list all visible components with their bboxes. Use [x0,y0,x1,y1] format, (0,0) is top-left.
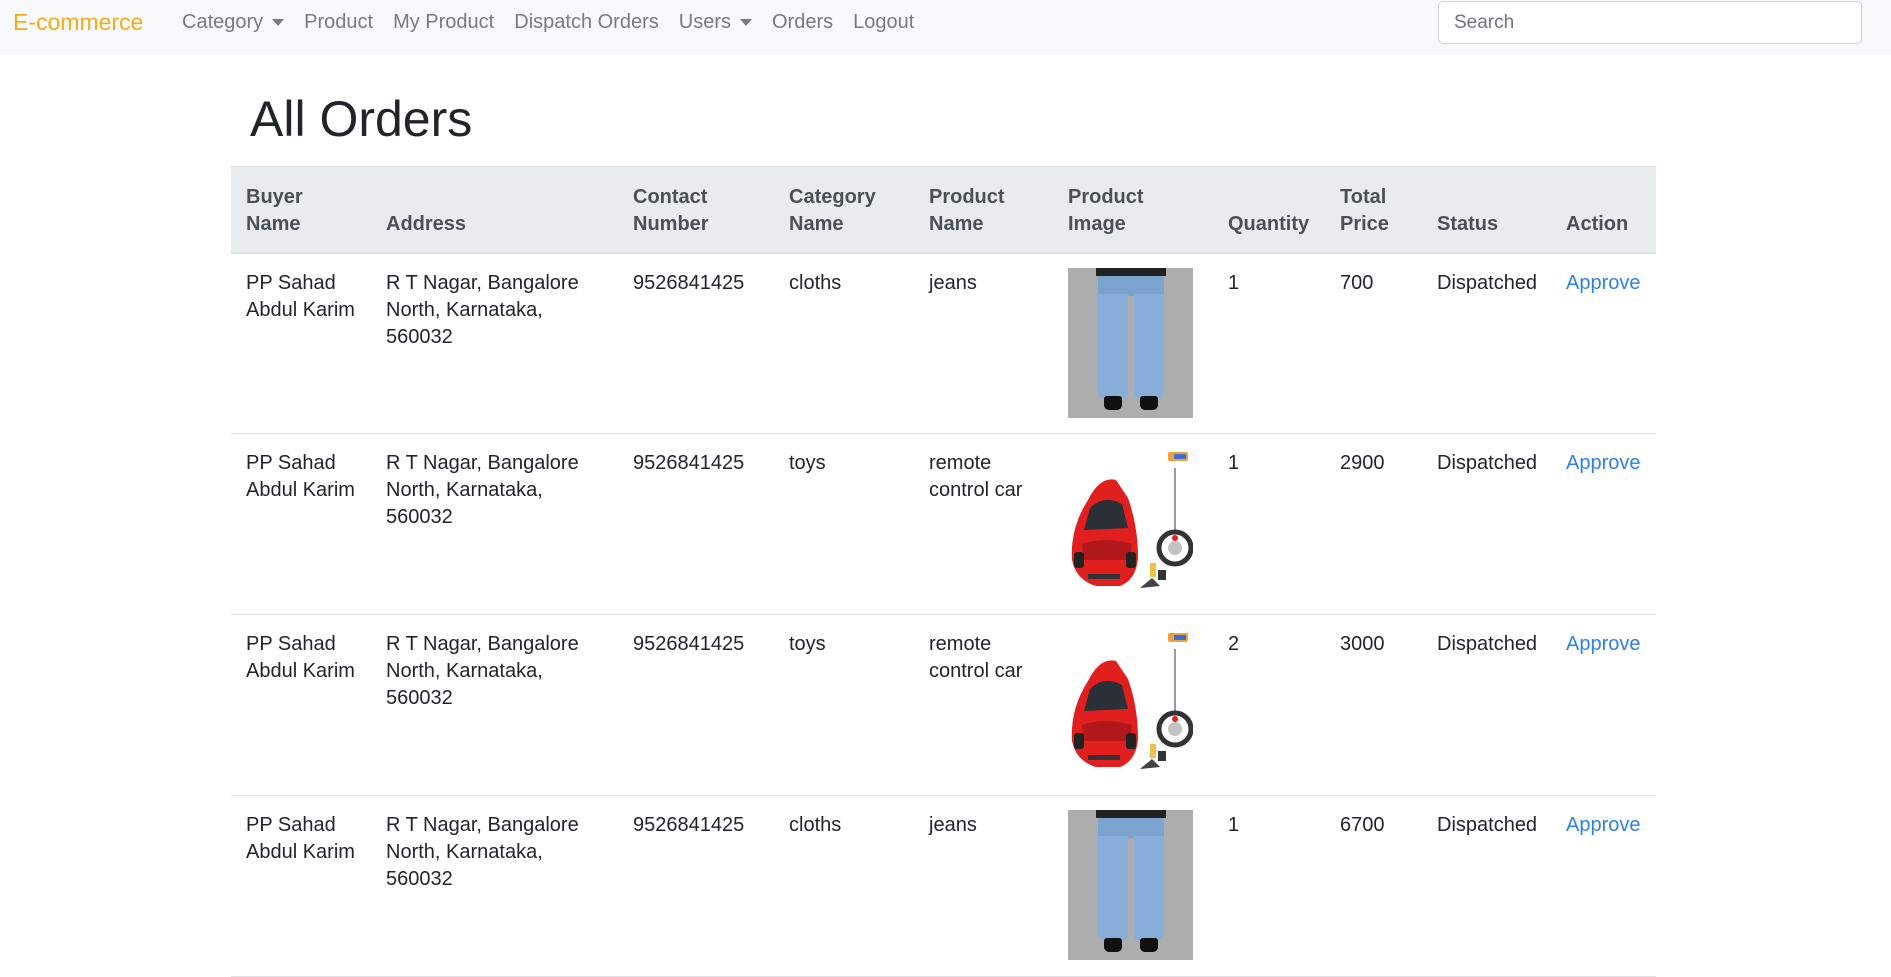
status-cell: Dispatched [1437,452,1538,474]
product-image-cell [1053,253,1213,434]
col-action[interactable]: Action [1551,167,1656,253]
nav-product[interactable]: Product [304,11,373,34]
product-name-cell: remote control car [929,633,1023,682]
col-category-name[interactable]: Category Name [774,167,914,253]
action-cell: Approve [1551,253,1656,434]
buyer-name-cell: PP Sahad Abdul Karim [246,452,355,501]
buyer-name-cell: PP Sahad Abdul Karim [246,633,355,682]
orders-table: Buyer Name Address Contact Number Catego… [231,166,1656,977]
product-name-cell: remote control car [929,452,1023,501]
caret-down-icon [272,19,285,26]
table-header: Buyer Name Address Contact Number Catego… [231,166,1656,253]
jeans-product-image [1068,267,1193,418]
col-status[interactable]: Status [1422,167,1551,253]
action-cell: Approve [1551,796,1656,977]
status-cell: Dispatched [1437,814,1538,836]
remote-car-product-image [1068,448,1193,598]
buyer-name-cell: PP Sahad Abdul Karim [246,814,355,863]
quantity-cell: 1 [1228,452,1240,474]
quantity-cell: 1 [1228,814,1240,836]
approve-link[interactable]: Approve [1566,814,1641,836]
search-input[interactable] [1438,1,1862,44]
total-price-cell: 700 [1340,271,1374,294]
nav-users-label: Users [678,11,731,33]
product-image-cell [1053,615,1213,796]
product-image-cell [1053,434,1213,615]
product-name-cell: jeans [929,271,977,294]
caret-down-icon [739,19,752,26]
col-buyer-name[interactable]: Buyer Name [231,167,371,253]
col-total-price[interactable]: Total Price [1325,167,1422,253]
category-name-cell: toys [789,452,826,474]
col-contact-number[interactable]: Contact Number [618,167,774,253]
navbar: E-commerce Category Product My Product D… [0,0,1891,55]
nav-dispatch-orders[interactable]: Dispatch Orders [514,11,659,34]
table-row: PP Sahad Abdul Karim R T Nagar, Bangalor… [231,253,1656,434]
col-quantity[interactable]: Quantity [1213,167,1325,253]
nav-logout[interactable]: Logout [853,11,914,34]
approve-link[interactable]: Approve [1566,633,1641,655]
status-cell: Dispatched [1437,633,1538,655]
product-image-cell [1053,796,1213,977]
address-cell: R T Nagar, Bangalore North, Karnataka, 5… [386,452,579,528]
address-cell: R T Nagar, Bangalore North, Karnataka, 5… [386,271,579,348]
remote-car-product-image [1068,629,1193,779]
approve-link[interactable]: Approve [1566,272,1641,294]
quantity-cell: 1 [1228,271,1240,294]
approve-link[interactable]: Approve [1566,452,1641,474]
address-cell: R T Nagar, Bangalore North, Karnataka, 5… [386,814,579,890]
action-cell: Approve [1551,615,1656,796]
action-cell: Approve [1551,434,1656,615]
table-row: PP Sahad Abdul Karim R T Nagar, Bangalor… [231,434,1656,615]
table-row: PP Sahad Abdul Karim R T Nagar, Bangalor… [231,796,1656,977]
contact-number-cell: 9526841425 [633,452,745,474]
brand-link[interactable]: E-commerce [13,9,143,36]
total-price-cell: 2900 [1340,452,1385,474]
buyer-name-cell: PP Sahad Abdul Karim [246,271,355,321]
product-name-cell: jeans [929,814,977,836]
nav-links: Category Product My Product Dispatch Ord… [182,11,934,34]
total-price-cell: 3000 [1340,633,1385,655]
category-name-cell: cloths [789,814,842,836]
contact-number-cell: 9526841425 [633,271,745,294]
header-row: Buyer Name Address Contact Number Catego… [231,166,1656,253]
category-name-cell: cloths [789,271,842,294]
contact-number-cell: 9526841425 [633,633,745,655]
category-name-cell: toys [789,633,826,655]
col-product-name[interactable]: Product Name [914,167,1053,253]
table-row: PP Sahad Abdul Karim R T Nagar, Bangalor… [231,615,1656,796]
col-address[interactable]: Address [371,167,618,253]
quantity-cell: 2 [1228,633,1240,655]
nav-my-product[interactable]: My Product [393,11,494,34]
nav-users-dropdown[interactable]: Users [679,11,752,34]
address-cell: R T Nagar, Bangalore North, Karnataka, 5… [386,633,579,709]
nav-category-dropdown[interactable]: Category [182,11,285,34]
nav-category-label: Category [182,11,264,33]
table-body: PP Sahad Abdul Karim R T Nagar, Bangalor… [231,253,1656,977]
contact-number-cell: 9526841425 [633,814,745,836]
nav-orders[interactable]: Orders [772,11,833,34]
status-cell: Dispatched [1437,271,1538,294]
col-product-image[interactable]: Product Image [1053,167,1213,253]
page-title: All Orders [250,91,473,147]
total-price-cell: 6700 [1340,814,1385,836]
jeans-product-image [1068,810,1193,960]
